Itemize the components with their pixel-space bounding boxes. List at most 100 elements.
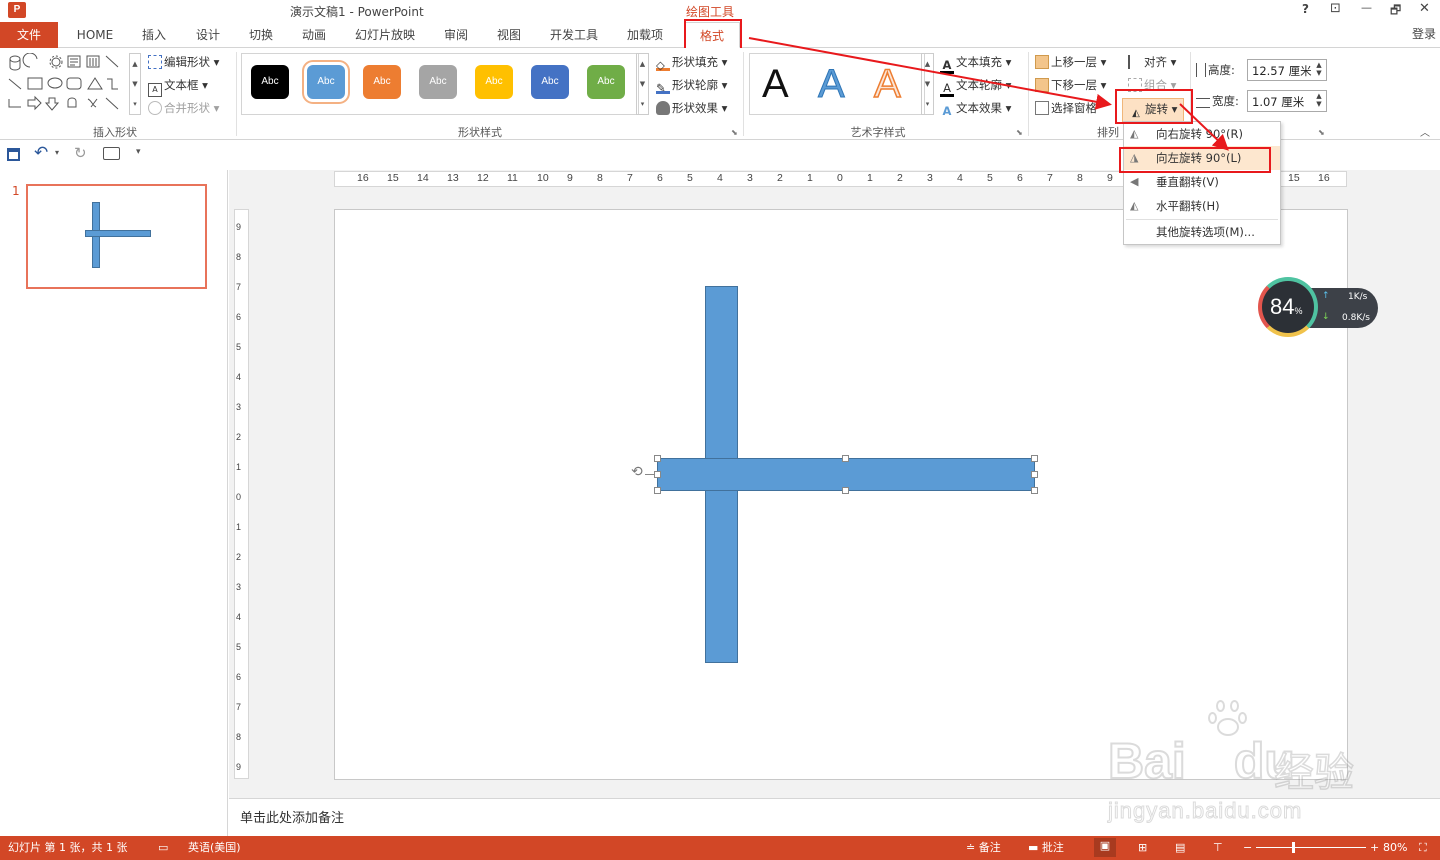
text-outline-icon: A xyxy=(940,82,954,97)
notes-toggle[interactable]: ≐ 备注 xyxy=(966,840,1001,856)
tab-transitions[interactable]: 切换 xyxy=(240,22,282,48)
zoom-level[interactable]: 80% xyxy=(1383,840,1407,856)
shape-styles-gallery-scroll[interactable]: ▲ ▼ ▾ xyxy=(636,53,649,115)
collapse-ribbon-icon[interactable]: ︿ xyxy=(1420,124,1430,139)
edit-shape-icon xyxy=(148,55,162,69)
text-fill-button[interactable]: A 文本填充 ▾ xyxy=(940,54,1011,74)
wordart-blue-style[interactable]: A xyxy=(818,62,846,107)
shape-style-swatch[interactable]: Abc xyxy=(419,65,457,99)
tab-home[interactable]: HOME xyxy=(70,22,120,48)
minimize-button[interactable]: — xyxy=(1361,1,1372,14)
size-dialog-launcher[interactable]: ⬊ xyxy=(1318,128,1325,137)
login-link[interactable]: 登录 xyxy=(1408,21,1440,47)
slide-sorter-icon[interactable]: ⊞ xyxy=(1138,840,1147,856)
height-spinner[interactable]: ▲ ▼ xyxy=(1314,61,1324,77)
resize-handle[interactable] xyxy=(842,455,849,462)
merge-shapes-button[interactable]: 合并形状 ▾ xyxy=(148,100,219,116)
flip-horizontal-item[interactable]: ◭ 水平翻转(H) xyxy=(1124,194,1280,218)
wordart-gallery-scroll[interactable]: ▲ ▼ ▾ xyxy=(921,53,934,115)
slide-thumbnail[interactable] xyxy=(26,184,207,289)
undo-icon[interactable]: ↶ xyxy=(34,143,48,163)
text-outline-button[interactable]: A 文本轮廓 ▾ xyxy=(940,77,1011,97)
resize-handle[interactable] xyxy=(1031,487,1038,494)
resize-handle[interactable] xyxy=(1031,471,1038,478)
slide-thumbnails-pane: 1 xyxy=(0,170,228,836)
tab-animations[interactable]: 动画 xyxy=(293,22,335,48)
text-effects-button[interactable]: A 文本效果 ▾ xyxy=(940,100,1012,118)
tab-file[interactable]: 文件 xyxy=(0,22,58,48)
ruler-tick-label: 4 xyxy=(957,172,963,184)
rotation-handle-icon[interactable]: ⟲ xyxy=(631,464,643,480)
ruler-tick-label: 2 xyxy=(897,172,903,184)
wordart-dialog-launcher[interactable]: ⬊ xyxy=(1016,128,1023,137)
reading-view-icon[interactable]: ▤ xyxy=(1175,840,1185,856)
redo-icon[interactable]: ↻ xyxy=(74,144,87,162)
resize-handle[interactable] xyxy=(842,487,849,494)
tab-slideshow[interactable]: 幻灯片放映 xyxy=(348,22,422,48)
shape-outline-label: 形状轮廓 xyxy=(672,78,718,92)
network-speed-widget[interactable]: 84% ↑ 1K/s ↓ 0.8K/s xyxy=(1258,277,1378,337)
tab-addins[interactable]: 加载项 xyxy=(619,22,671,48)
tab-design[interactable]: 设计 xyxy=(187,22,229,48)
tab-developer[interactable]: 开发工具 xyxy=(543,22,605,48)
slide-count[interactable]: 幻灯片 第 1 张，共 1 张 xyxy=(8,840,127,856)
ruler-tick-label: 4 xyxy=(717,172,723,184)
spellcheck-icon[interactable]: ▭ xyxy=(158,840,168,856)
shape-style-swatch[interactable]: Abc xyxy=(363,65,401,99)
customize-qat-icon[interactable]: ▾ xyxy=(136,147,141,157)
ribbon-display-options-button[interactable]: ⊡ xyxy=(1330,1,1341,16)
zoom-slider-thumb[interactable] xyxy=(1292,842,1295,853)
shape-style-swatch[interactable]: Abc xyxy=(251,65,289,99)
tab-review[interactable]: 审阅 xyxy=(435,22,477,48)
resize-handle[interactable] xyxy=(654,487,661,494)
help-button[interactable]: ? xyxy=(1302,2,1309,16)
slideshow-view-icon[interactable]: ⊤ xyxy=(1213,840,1223,856)
wordart-black-style[interactable]: A xyxy=(762,62,789,106)
restore-button[interactable]: 🗗 xyxy=(1390,1,1401,22)
zoom-out-button[interactable]: − xyxy=(1243,840,1252,856)
shapes-gallery-scroll[interactable]: ▲ ▼ ▾ xyxy=(129,53,141,115)
shape-style-swatch[interactable]: Abc xyxy=(587,65,625,99)
resize-handle[interactable] xyxy=(654,455,661,462)
wordart-orange-style[interactable]: A xyxy=(873,61,901,107)
ruler-tick-label: 9 xyxy=(1107,172,1113,184)
resize-handle[interactable] xyxy=(654,471,661,478)
align-button[interactable]: 对齐 ▾ xyxy=(1128,54,1176,70)
send-backward-button[interactable]: 下移一层 ▾ xyxy=(1035,77,1106,93)
shape-fill-button[interactable]: ◇ 形状填充 ▾ xyxy=(656,54,727,72)
presentation-from-start-icon[interactable] xyxy=(103,147,120,160)
width-spinner[interactable]: ▲ ▼ xyxy=(1314,92,1324,108)
resize-handle[interactable] xyxy=(1031,455,1038,462)
zoom-in-button[interactable]: + xyxy=(1370,840,1379,856)
slide-canvas[interactable]: ⟲ xyxy=(334,209,1348,780)
fit-slide-icon[interactable]: ⛶ xyxy=(1419,840,1427,856)
flip-vertical-item[interactable]: ◀ 垂直翻转(V) xyxy=(1124,170,1280,194)
shape-styles-dialog-launcher[interactable]: ⬊ xyxy=(731,128,738,137)
undo-dropdown-icon[interactable]: ▾ xyxy=(55,148,59,157)
zoom-slider-track[interactable] xyxy=(1256,847,1366,848)
shapes-gallery[interactable] xyxy=(6,52,140,115)
ruler-tick-label: 1 xyxy=(236,462,242,472)
save-icon[interactable] xyxy=(7,148,20,161)
ruler-tick-label: 9 xyxy=(236,762,242,772)
more-rotation-options-item[interactable]: 其他旋转选项(M)... xyxy=(1124,220,1280,244)
tab-insert[interactable]: 插入 xyxy=(133,22,175,48)
tab-view[interactable]: 视图 xyxy=(488,22,530,48)
ruler-tick-label: 8 xyxy=(1077,172,1083,184)
edit-shape-button[interactable]: 编辑形状 ▾ xyxy=(148,54,219,70)
comments-toggle[interactable]: ▬ 批注 xyxy=(1028,840,1064,856)
shape-effects-button[interactable]: 形状效果 ▾ xyxy=(656,100,727,116)
shape-outline-button[interactable]: ✎ 形状轮廓 ▾ xyxy=(656,77,727,95)
shape-style-swatch[interactable]: Abc xyxy=(307,65,345,99)
text-box-button[interactable]: A 文本框 ▾ xyxy=(148,77,208,97)
language-indicator[interactable]: 英语(美国) xyxy=(188,840,241,856)
selection-pane-button[interactable]: 选择窗格 xyxy=(1035,100,1097,116)
shape-style-swatch[interactable]: Abc xyxy=(475,65,513,99)
ruler-tick-label: 15 xyxy=(387,172,399,184)
bring-forward-button[interactable]: 上移一层 ▾ xyxy=(1035,54,1106,70)
align-icon xyxy=(1128,55,1142,69)
close-button[interactable]: ✕ xyxy=(1419,1,1430,16)
normal-view-icon[interactable]: ▣ xyxy=(1094,838,1116,857)
rotate-right-90-item[interactable]: ◭ 向右旋转 90°(R) xyxy=(1124,122,1280,146)
shape-style-swatch[interactable]: Abc xyxy=(531,65,569,99)
